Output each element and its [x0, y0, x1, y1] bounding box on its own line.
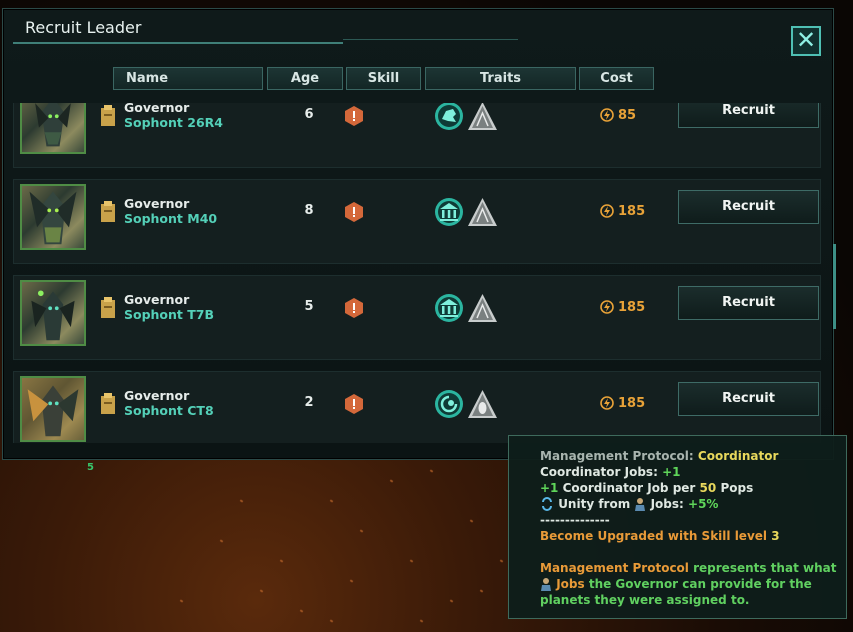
- tooltip-per-suffix: Pops: [720, 481, 754, 495]
- tooltip-per-text: Coordinator Job per: [562, 481, 696, 495]
- leader-age: 6: [304, 107, 314, 122]
- pop-icon: [635, 498, 646, 511]
- bank-trait-icon[interactable]: [434, 293, 464, 323]
- skill-level-icon: [345, 106, 363, 126]
- title-divider-thin: [343, 39, 518, 40]
- dragon-trait-icon[interactable]: [434, 103, 464, 131]
- skill-level-icon: [345, 394, 363, 414]
- leader-row: Governor Sophont 26R4 6 85 Recruit: [13, 103, 821, 168]
- governor-icon: [101, 201, 115, 222]
- tooltip-upgrade-text: Become Upgraded with Skill level: [540, 529, 768, 543]
- header-name[interactable]: Name: [113, 67, 263, 90]
- spiral-trait-icon[interactable]: [434, 389, 464, 419]
- influence-icon: [600, 300, 614, 314]
- window-title: Recruit Leader: [25, 18, 142, 37]
- leader-cost: 185: [600, 396, 645, 411]
- tooltip-upgrade-level: 3: [771, 529, 780, 543]
- recruit-leader-window: Recruit Leader ✕ Name Age Skill Traits C…: [2, 8, 836, 460]
- recruit-button[interactable]: Recruit: [678, 190, 819, 224]
- column-headers: Name Age Skill Traits Cost: [3, 67, 833, 91]
- header-skill[interactable]: Skill: [346, 67, 421, 90]
- influence-icon: [600, 108, 614, 122]
- leader-cost: 185: [600, 300, 645, 315]
- leader-name: Sophont CT8: [124, 403, 214, 418]
- tooltip-unity-jobs: Jobs:: [650, 497, 684, 511]
- tooltip-desc-2: the Governor can provide for the: [588, 577, 812, 591]
- title-divider: [13, 42, 343, 44]
- tooltip-jobs-label: Coordinator Jobs:: [540, 465, 658, 479]
- recruit-button[interactable]: Recruit: [678, 103, 819, 128]
- governor-icon: [101, 393, 115, 414]
- leader-class: Governor: [124, 196, 190, 211]
- header-cost[interactable]: Cost: [579, 67, 654, 90]
- tooltip-jobs-value: +1: [662, 465, 681, 479]
- skill-level-icon: [345, 298, 363, 318]
- leader-age: 8: [304, 203, 314, 218]
- leader-name: Sophont M40: [124, 211, 218, 226]
- tooltip-desc-term: Management Protocol: [540, 561, 689, 575]
- tooltip-per-prefix: +1: [540, 481, 559, 495]
- leader-portrait: [20, 184, 86, 250]
- leader-name: Sophont 26R4: [124, 115, 223, 130]
- tooltip-protocol-value: Coordinator: [697, 449, 779, 463]
- list-scrollbar[interactable]: [833, 244, 836, 329]
- header-age[interactable]: Age: [267, 67, 343, 90]
- leader-age: 5: [304, 299, 314, 314]
- close-icon: ✕: [795, 26, 817, 54]
- leader-row: Governor Sophont M40 8 185 Recruit: [13, 179, 821, 264]
- header-traits[interactable]: Traits: [425, 67, 576, 90]
- pyramid-trait-icon[interactable]: [467, 103, 498, 131]
- tooltip-unity-value: +5%: [688, 497, 719, 511]
- leader-cost: 85: [600, 108, 636, 123]
- trait-tooltip: Management Protocol: Coordinator Coordin…: [508, 435, 847, 619]
- governor-icon: [101, 297, 115, 318]
- mask-trait-icon[interactable]: [467, 389, 498, 419]
- leader-row: Governor Sophont T7B 5 185 Recruit: [13, 275, 821, 360]
- leader-cost: 185: [600, 204, 645, 219]
- close-button[interactable]: ✕: [791, 26, 821, 56]
- pop-icon: [541, 578, 551, 591]
- tooltip-protocol-label: Management Protocol:: [540, 449, 694, 463]
- leader-portrait: [20, 280, 86, 346]
- bank-trait-icon[interactable]: [434, 197, 464, 227]
- leader-list[interactable]: Governor Sophont 26R4 6 85 Recruit Gover…: [13, 103, 823, 443]
- pyramid-trait-icon[interactable]: [467, 293, 498, 323]
- leader-portrait: [20, 376, 86, 442]
- tooltip-separator: --------------: [540, 513, 610, 527]
- unity-icon: [542, 497, 552, 511]
- influence-icon: [600, 396, 614, 410]
- leader-class: Governor: [124, 388, 190, 403]
- governor-icon: [101, 105, 115, 126]
- leader-class: Governor: [124, 103, 190, 115]
- tooltip-unity-text: Unity from: [558, 497, 631, 511]
- leader-age: 2: [304, 395, 314, 410]
- tooltip-per-value: 50: [699, 481, 717, 495]
- leader-class: Governor: [124, 292, 190, 307]
- background-number: 5: [87, 462, 94, 473]
- skill-level-icon: [345, 202, 363, 222]
- tooltip-desc-3: planets they were assigned to.: [540, 593, 750, 607]
- leader-name: Sophont T7B: [124, 307, 215, 322]
- tooltip-desc-jobs: Jobs: [556, 577, 585, 591]
- leader-row: Governor Sophont CT8 2 185 Recruit: [13, 371, 821, 443]
- tooltip-desc-1: represents that what: [693, 561, 837, 575]
- recruit-button[interactable]: Recruit: [678, 382, 819, 416]
- influence-icon: [600, 204, 614, 218]
- leader-portrait: [20, 103, 86, 154]
- recruit-button[interactable]: Recruit: [678, 286, 819, 320]
- pyramid-trait-icon[interactable]: [467, 197, 498, 227]
